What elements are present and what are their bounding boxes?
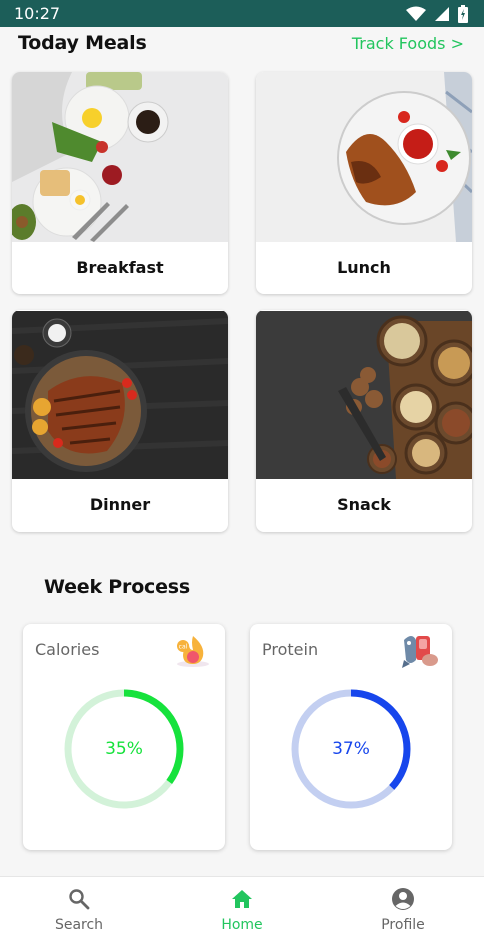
nav-item-home[interactable]: Home: [182, 877, 302, 940]
meal-card-snack[interactable]: Snack: [256, 310, 472, 532]
protein-fish-meat-icon: [402, 636, 438, 668]
stat-label: Protein: [262, 640, 319, 659]
meal-label: Breakfast: [76, 258, 164, 277]
nav-label: Profile: [381, 917, 425, 933]
breakfast-image: [12, 72, 228, 242]
meal-card-breakfast[interactable]: Breakfast: [12, 72, 228, 294]
calorie-fire-icon: cal: [177, 636, 209, 667]
meal-card-dinner[interactable]: Dinner: [12, 310, 228, 532]
battery-icon: [458, 5, 468, 23]
lunch-image: [256, 72, 472, 242]
stat-card-protein[interactable]: Protein 37%: [250, 624, 452, 850]
nav-label: Home: [221, 917, 263, 933]
meal-card-lunch[interactable]: Lunch: [256, 72, 472, 294]
meal-label: Lunch: [337, 258, 391, 277]
wifi-icon: [406, 6, 426, 21]
week-process-title: Week Process: [44, 576, 191, 598]
track-foods-link[interactable]: Track Foods >: [352, 34, 464, 53]
signal-icon: [435, 7, 449, 21]
today-meals-header: Today Meals Track Foods >: [0, 30, 484, 58]
status-icons: [406, 5, 468, 23]
protein-percent: 37%: [332, 739, 370, 759]
bottom-nav: Search Home Profile: [0, 876, 484, 940]
snack-image: [256, 311, 472, 479]
nav-item-profile[interactable]: Profile: [343, 877, 463, 940]
home-icon: [232, 890, 252, 908]
status-bar: 10:27: [0, 0, 484, 27]
search-icon: [69, 889, 90, 910]
calories-percent: 35%: [105, 739, 143, 759]
nav-item-search[interactable]: Search: [19, 877, 139, 940]
svg-text:cal: cal: [179, 644, 188, 651]
status-time: 10:27: [14, 4, 61, 23]
nav-label: Search: [54, 917, 104, 933]
profile-icon: [392, 888, 414, 910]
stat-label: Calories: [35, 640, 100, 659]
meal-label: Dinner: [89, 495, 151, 514]
stat-card-calories[interactable]: Calories cal 35%: [23, 624, 225, 850]
dinner-image: [12, 311, 228, 479]
today-meals-title: Today Meals: [18, 32, 147, 54]
meal-label: Snack: [337, 495, 391, 514]
